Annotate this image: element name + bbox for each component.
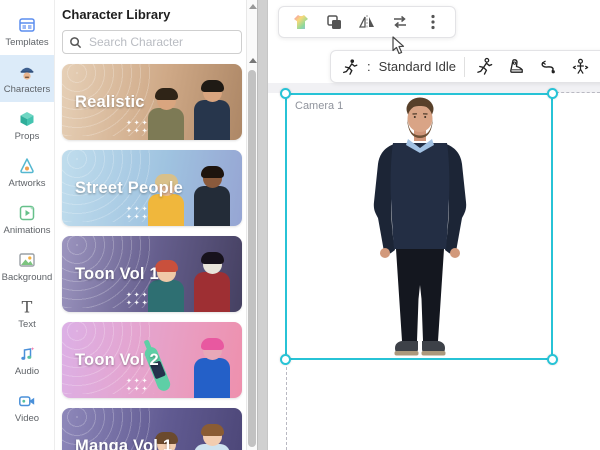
banner-figure: [194, 83, 230, 140]
sidebar-item-label: Background: [2, 272, 53, 283]
sidebar-item-text[interactable]: T Text: [0, 290, 54, 337]
stage-canvas[interactable]: Camera 1: [268, 0, 600, 450]
sidebar-item-artworks[interactable]: Artworks: [0, 149, 54, 196]
resize-handle-top-right[interactable]: [547, 88, 558, 99]
audio-icon: [17, 344, 37, 364]
svg-text:T: T: [22, 298, 33, 317]
current-action-label: Standard Idle: [379, 59, 456, 74]
banner-figure: [194, 427, 230, 450]
sidebar-item-animations[interactable]: Animations: [0, 196, 54, 243]
banner-manga-vol-1[interactable]: Manga Vol 1: [62, 408, 242, 450]
sidebar-item-label: Characters: [4, 84, 50, 95]
banner-list: Realistic ✦ ✦ ✦✦ ✦ ✦ Street People ✦ ✦ ✦…: [62, 64, 242, 450]
outfit-icon: [291, 12, 311, 32]
turn-action-button[interactable]: [569, 55, 593, 79]
sparkles-decoration: ✦ ✦ ✦✦ ✦ ✦: [126, 120, 148, 136]
swap-button[interactable]: [388, 10, 412, 34]
turn-icon: [571, 57, 590, 76]
banner-label: Toon Vol 2: [62, 351, 159, 370]
sidebar-item-label: Text: [18, 319, 35, 330]
camera-label: Camera 1: [295, 100, 343, 112]
flip-horizontal-button[interactable]: [355, 10, 379, 34]
sidebar-item-label: Props: [15, 131, 40, 142]
banner-figure: [194, 255, 230, 312]
search-box[interactable]: [62, 30, 242, 54]
panel-splitter[interactable]: [257, 0, 268, 450]
sparkles-decoration: ✦ ✦ ✦✦ ✦ ✦: [126, 206, 148, 222]
artworks-icon: [17, 156, 37, 176]
banner-label: Toon Vol 1: [62, 265, 159, 284]
action-separator: :: [367, 59, 371, 74]
toolbar-divider: [464, 57, 465, 77]
walk-shoe-icon: [507, 57, 526, 76]
video-icon: [17, 391, 37, 411]
character-figure[interactable]: [358, 97, 482, 359]
scene-boundary-dashed-v: [286, 362, 287, 450]
banner-figure: [194, 169, 230, 226]
resize-handle-bottom-left[interactable]: [280, 354, 291, 365]
search-icon: [69, 36, 82, 49]
sidebar-item-label: Animations: [4, 225, 51, 236]
duplicate-icon: [324, 12, 344, 32]
scroll-up-icon[interactable]: [249, 58, 257, 63]
templates-icon: [17, 15, 37, 35]
scrollbar-thumb[interactable]: [248, 70, 256, 447]
panel-title: Character Library: [62, 7, 242, 22]
swap-icon: [390, 12, 410, 32]
panel-scrollbar[interactable]: [246, 0, 257, 450]
sidebar-item-props[interactable]: Props: [0, 102, 54, 149]
scroll-up-icon[interactable]: [249, 4, 257, 9]
character-animation-app: Templates Characters Props: [0, 0, 600, 450]
sidebar-item-audio[interactable]: Audio: [0, 337, 54, 384]
more-button[interactable]: [421, 10, 445, 34]
resize-handle-bottom-right[interactable]: [547, 354, 558, 365]
more-icon: [423, 12, 443, 32]
run-icon: [475, 57, 494, 76]
sparkles-decoration: ✦ ✦ ✦✦ ✦ ✦: [126, 378, 148, 394]
banner-toon-vol-1[interactable]: Toon Vol 1 ✦ ✦ ✦✦ ✦ ✦: [62, 236, 242, 312]
animations-icon: [17, 203, 37, 223]
sidebar-item-background[interactable]: Background: [0, 243, 54, 290]
banner-label: Street People: [62, 179, 183, 198]
characters-icon: [17, 62, 37, 82]
outfit-button[interactable]: [289, 10, 313, 34]
run-action-button[interactable]: [473, 55, 497, 79]
run-icon: [341, 58, 359, 76]
character-library-panel: Character Library Realistic ✦ ✦ ✦✦ ✦ ✦: [55, 0, 246, 450]
walk-action-button[interactable]: [505, 55, 529, 79]
background-icon: [17, 250, 37, 270]
motion-path-action-button[interactable]: [537, 55, 561, 79]
sidebar-item-characters[interactable]: Characters: [0, 55, 54, 102]
scene-boundary-dashed-h: [556, 92, 600, 93]
banner-label: Realistic: [62, 93, 145, 112]
action-toolbar: : Standard Idle: [330, 50, 600, 83]
sidebar-item-label: Templates: [5, 37, 48, 48]
sparkles-decoration: ✦ ✦ ✦✦ ✦ ✦: [126, 292, 148, 308]
duplicate-button[interactable]: [322, 10, 346, 34]
banner-figure: [148, 91, 184, 140]
sidebar-item-label: Artworks: [9, 178, 46, 189]
character-toolbar: [278, 6, 456, 38]
banner-realistic[interactable]: Realistic ✦ ✦ ✦✦ ✦ ✦: [62, 64, 242, 140]
sidebar-item-templates[interactable]: Templates: [0, 8, 54, 55]
sidebar: Templates Characters Props: [0, 0, 55, 450]
text-icon: T: [17, 297, 37, 317]
sidebar-item-label: Video: [15, 413, 39, 424]
resize-handle-top-left[interactable]: [280, 88, 291, 99]
sidebar-item-label: Audio: [15, 366, 39, 377]
banner-street-people[interactable]: Street People ✦ ✦ ✦✦ ✦ ✦: [62, 150, 242, 226]
motion-path-icon: [539, 57, 558, 76]
banner-toon-vol-2[interactable]: Toon Vol 2 ✦ ✦ ✦✦ ✦ ✦: [62, 322, 242, 398]
search-input[interactable]: [87, 34, 235, 50]
sidebar-item-video[interactable]: Video: [0, 384, 54, 431]
banner-label: Manga Vol 1: [62, 437, 172, 450]
flip-horizontal-icon: [357, 12, 377, 32]
banner-figure: [194, 341, 230, 398]
props-icon: [17, 109, 37, 129]
